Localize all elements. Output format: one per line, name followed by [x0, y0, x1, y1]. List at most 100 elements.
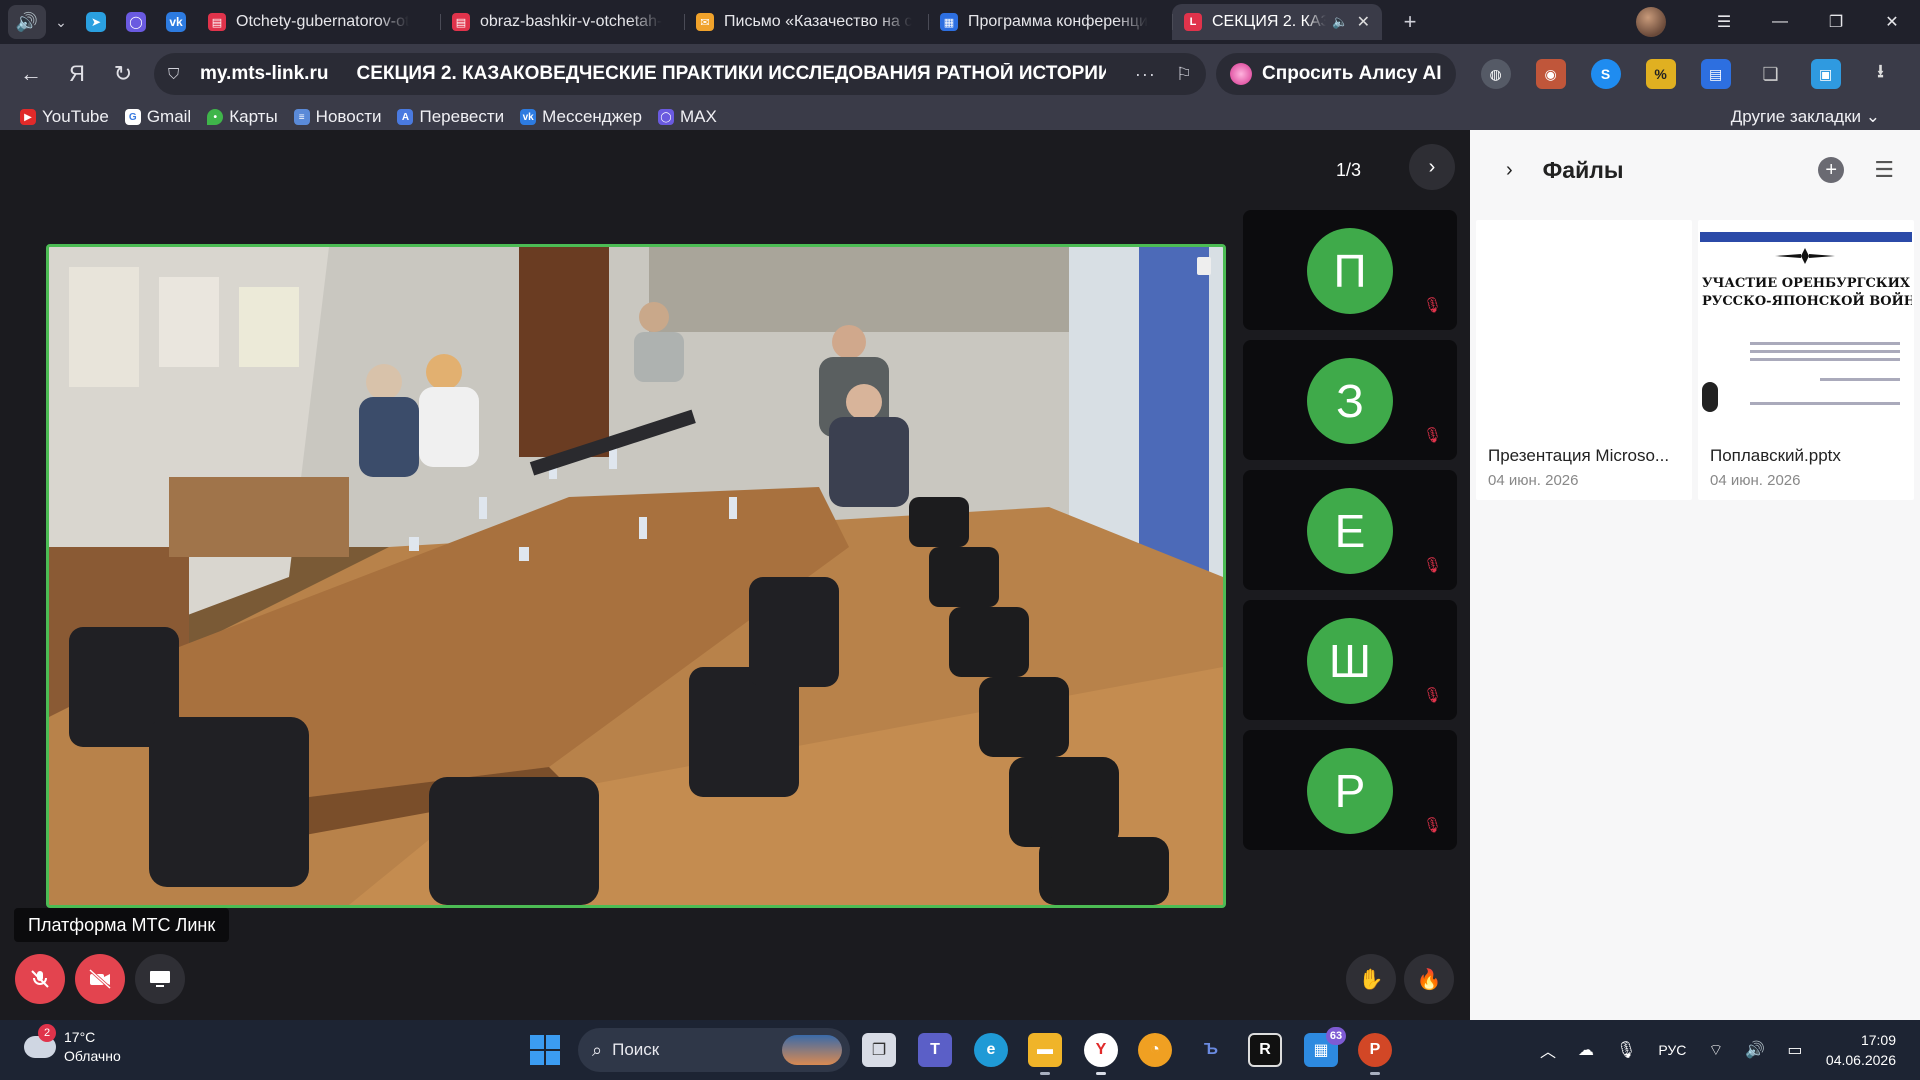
collapse-panel-icon[interactable]: › — [1506, 159, 1513, 182]
start-button[interactable] — [530, 1035, 560, 1065]
participant-tile[interactable]: Е 🎙 — [1243, 470, 1457, 590]
browser-tab-active[interactable]: L СЕКЦИЯ 2. КАЗАКО 🔈 ✕ — [1172, 4, 1382, 40]
show-hidden-icons-chevron-icon[interactable]: ︿ — [1540, 1038, 1556, 1062]
file-explorer-icon[interactable]: ▬ — [1028, 1033, 1062, 1075]
other-bookmarks-menu[interactable]: Другие закладки ⌄ — [1731, 107, 1880, 127]
close-window-button[interactable]: ✕ — [1864, 12, 1920, 32]
bookmark-max[interactable]: ◯ MAX — [658, 107, 717, 127]
discount-extension-icon[interactable]: % — [1645, 59, 1676, 89]
add-file-button[interactable]: + — [1818, 157, 1845, 183]
microphone-icon[interactable]: 🎙 — [1616, 1040, 1636, 1060]
browser-tab[interactable]: ▤ Otchety-gubernatorov-ot — [196, 4, 440, 40]
wifi-icon[interactable]: ⌔ — [1708, 1040, 1723, 1060]
bookmark-label: Карты — [229, 107, 278, 126]
back-button[interactable]: ← — [8, 61, 54, 87]
restore-button[interactable]: ❐ — [1808, 12, 1864, 32]
bookmark-translate[interactable]: A Перевести — [397, 107, 504, 127]
notes-extension-icon[interactable]: ▤ — [1700, 59, 1731, 89]
more-icon[interactable]: ··· — [1135, 64, 1156, 85]
menu-icon[interactable]: ☰ — [1696, 12, 1752, 32]
downloads-icon[interactable]: ⭳ — [1866, 59, 1896, 89]
url-field[interactable]: ⛉ my.mts-link.ru СЕКЦИЯ 2. КАЗАКОВЕДЧЕСК… — [154, 53, 1206, 95]
mic-off-icon — [31, 970, 49, 988]
list-view-icon[interactable]: ☰ — [1874, 157, 1894, 183]
pinned-tab-max[interactable]: ◯ — [116, 7, 156, 37]
browser-tab[interactable]: ✉ Письмо «Казачество на с — [684, 4, 928, 40]
mute-microphone-button[interactable] — [15, 954, 65, 1004]
slide-header-band — [1700, 232, 1912, 242]
pin-icon[interactable] — [1197, 257, 1211, 275]
file-card[interactable]: Презентация Microso... 04 июн. 2026 — [1476, 220, 1692, 500]
raise-hand-button[interactable]: ✋ — [1346, 954, 1396, 1004]
tabs-dropdown-icon[interactable]: ⌄ — [46, 14, 76, 31]
bookmark-gmail[interactable]: G Gmail — [124, 107, 191, 127]
speaker-icon[interactable]: 🔊 — [8, 5, 46, 39]
screenshot-extension-icon[interactable]: ▣ — [1810, 59, 1841, 89]
shield-icon[interactable]: ⛉ — [168, 66, 188, 83]
browser-tab[interactable]: ▤ obraz-bashkir-v-otchetah- — [440, 4, 684, 40]
onedrive-icon[interactable]: ☁ — [1578, 1040, 1594, 1060]
file-card[interactable]: УЧАСТИЕ ОРЕНБУРГСКИХ КАЗАКОВ В РУССКО-ЯП… — [1698, 220, 1914, 500]
main-video-feed[interactable] — [46, 244, 1226, 908]
reload-button[interactable]: ↻ — [100, 61, 146, 87]
bookmarks-bar: ▶ YouTube G Gmail • Карты ≡ Новости A Перевес… — [0, 104, 1920, 130]
yandex-icon[interactable]: Я — [54, 61, 100, 87]
minimize-button[interactable]: — — [1752, 13, 1808, 31]
r-app-icon[interactable]: R — [1248, 1033, 1282, 1067]
fire-icon: 🔥 — [1416, 968, 1442, 991]
new-tab-button[interactable]: + — [1392, 7, 1428, 37]
teams-icon[interactable]: T — [918, 1033, 952, 1067]
doc-favicon-icon: ▦ — [940, 13, 958, 31]
participant-tile[interactable]: П 🎙 — [1243, 210, 1457, 330]
powerpoint-icon[interactable]: P — [1358, 1033, 1392, 1075]
translate-icon: A — [397, 109, 414, 125]
address-bar: ← Я ↻ ⛉ my.mts-link.ru СЕКЦИЯ 2. КАЗАКОВ… — [0, 44, 1920, 104]
taskbar-search[interactable]: ⌕ Поиск — [578, 1028, 850, 1072]
next-page-button[interactable]: › — [1409, 144, 1455, 190]
bookmark-youtube[interactable]: ▶ YouTube — [20, 107, 109, 127]
close-tab-icon[interactable]: ✕ — [1357, 12, 1370, 32]
task-view-icon[interactable]: ❐ — [862, 1033, 896, 1067]
file-name: Презентация Microso... — [1488, 446, 1670, 465]
bookmark-messenger[interactable]: vk Мессенджер — [520, 107, 642, 127]
running-indicator — [1370, 1072, 1380, 1075]
reactions-button[interactable]: 🔥 — [1404, 954, 1454, 1004]
language-indicator[interactable]: РУС — [1658, 1042, 1686, 1058]
profile-avatar[interactable] — [1636, 7, 1666, 37]
clock[interactable]: 17:09 04.06.2026 — [1826, 1030, 1896, 1070]
yandex-browser-icon[interactable]: Y — [1084, 1033, 1118, 1075]
platform-label: Платформа МТС Линк — [14, 908, 230, 942]
browser-tab[interactable]: ▦ Программа конференци — [928, 4, 1172, 40]
weather-condition: Облачно — [64, 1048, 121, 1064]
camera-extension-icon[interactable]: ◉ — [1535, 59, 1566, 89]
music-player-icon[interactable]: ◔ — [1138, 1033, 1172, 1067]
globe-extension-icon[interactable]: ◍ — [1480, 59, 1511, 89]
max-icon: ◯ — [126, 12, 146, 32]
volume-icon[interactable]: 🔊 — [1745, 1040, 1765, 1060]
bookmark-icon[interactable]: ⚐ — [1176, 64, 1192, 85]
tab-audio-icon[interactable]: 🔈 — [1332, 14, 1348, 30]
vk-icon: vk — [166, 12, 186, 32]
pdf-favicon-icon: ▤ — [452, 13, 470, 31]
screen-share-button[interactable] — [135, 954, 185, 1004]
bookmark-label: YouTube — [42, 107, 109, 126]
participant-tile[interactable]: З 🎙 — [1243, 340, 1457, 460]
mic-muted-icon: 🎙 — [1423, 687, 1443, 704]
battery-icon[interactable]: ▭ — [1787, 1040, 1802, 1060]
collections-icon[interactable]: ❏ — [1756, 59, 1786, 89]
store-icon[interactable]: ▦ 63 — [1304, 1027, 1346, 1067]
vk-icon: vk — [520, 109, 537, 125]
camera-toggle-button[interactable] — [75, 954, 125, 1004]
weather-widget[interactable]: 2 17°C Облачно — [24, 1024, 121, 1066]
mail-favicon-icon: ✉ — [696, 13, 714, 31]
shazam-extension-icon[interactable]: S — [1590, 59, 1621, 89]
pinned-tab-vk[interactable]: vk — [156, 7, 196, 37]
edge-icon[interactable]: e — [974, 1033, 1008, 1067]
ask-alice-button[interactable]: Спросить Алису AI — [1216, 53, 1456, 95]
viber-like-icon[interactable]: Ъ — [1194, 1033, 1228, 1067]
participant-tile[interactable]: Ш 🎙 — [1243, 600, 1457, 720]
bookmark-news[interactable]: ≡ Новости — [293, 107, 381, 127]
participant-tile[interactable]: Р 🎙 — [1243, 730, 1457, 850]
pinned-tab-telegram[interactable]: ➤ — [76, 7, 116, 37]
bookmark-maps[interactable]: • Карты — [207, 107, 278, 127]
